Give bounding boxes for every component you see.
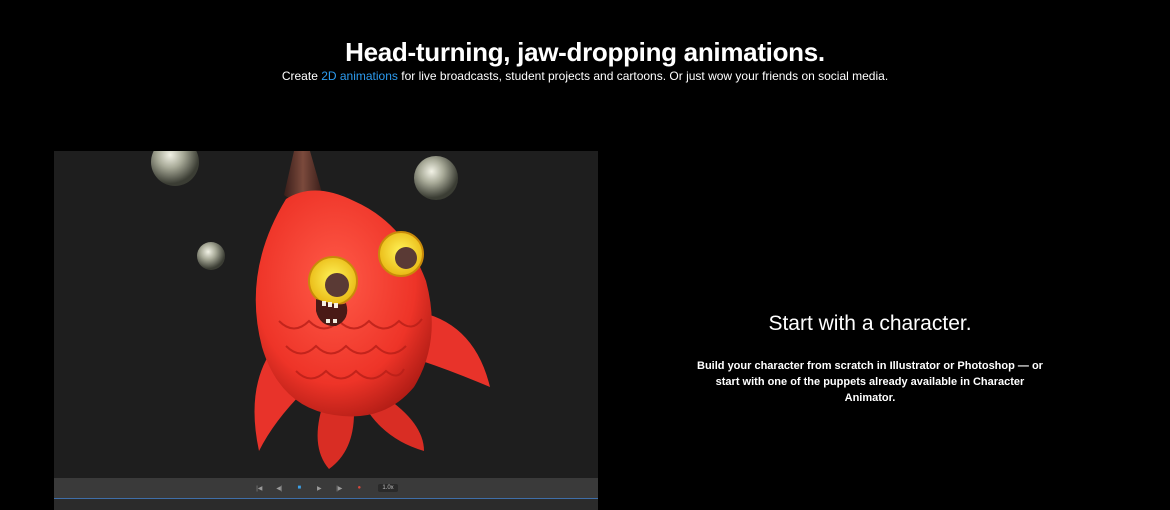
2d-animations-link[interactable]: 2D animations <box>321 69 398 83</box>
character-illustration <box>151 151 490 469</box>
stop-button[interactable]: ■ <box>294 483 304 493</box>
playback-speed[interactable]: 1.0x <box>378 484 398 492</box>
bubble-top-right <box>414 156 458 200</box>
animation-viewer: |◀ ◀| ■ ▶ |▶ ● 1.0x <box>54 151 598 510</box>
play-button[interactable]: ▶ <box>314 483 324 493</box>
step-back-button[interactable]: ◀| <box>274 483 284 493</box>
hero-section: Head-turning, jaw-dropping animations. C… <box>0 36 1170 84</box>
skip-to-start-button[interactable]: |◀ <box>254 483 264 493</box>
bubble-top-left <box>151 151 199 186</box>
record-button[interactable]: ● <box>354 483 364 493</box>
page: Head-turning, jaw-dropping animations. C… <box>0 0 1170 510</box>
animation-stage <box>54 151 598 478</box>
feature-section: Start with a character. Build your chara… <box>660 310 1080 406</box>
hero-subtitle: Create 2D animations for live broadcasts… <box>0 68 1170 84</box>
hero-subtitle-suffix: for live broadcasts, student projects an… <box>397 69 889 83</box>
bubble-small-left <box>197 242 225 270</box>
feature-title: Start with a character. <box>768 312 972 335</box>
transport-controls: |◀ ◀| ■ ▶ |▶ ● 1.0x <box>54 478 598 498</box>
timeline-bar[interactable] <box>54 498 598 510</box>
hero-title: Head-turning, jaw-dropping animations. <box>345 37 825 67</box>
pupil-left <box>325 273 349 297</box>
hero-subtitle-prefix: Create <box>281 69 322 83</box>
pupil-right <box>395 247 417 269</box>
feature-description: Build your character from scratch in Ill… <box>697 360 1043 404</box>
step-forward-button[interactable]: |▶ <box>334 483 344 493</box>
